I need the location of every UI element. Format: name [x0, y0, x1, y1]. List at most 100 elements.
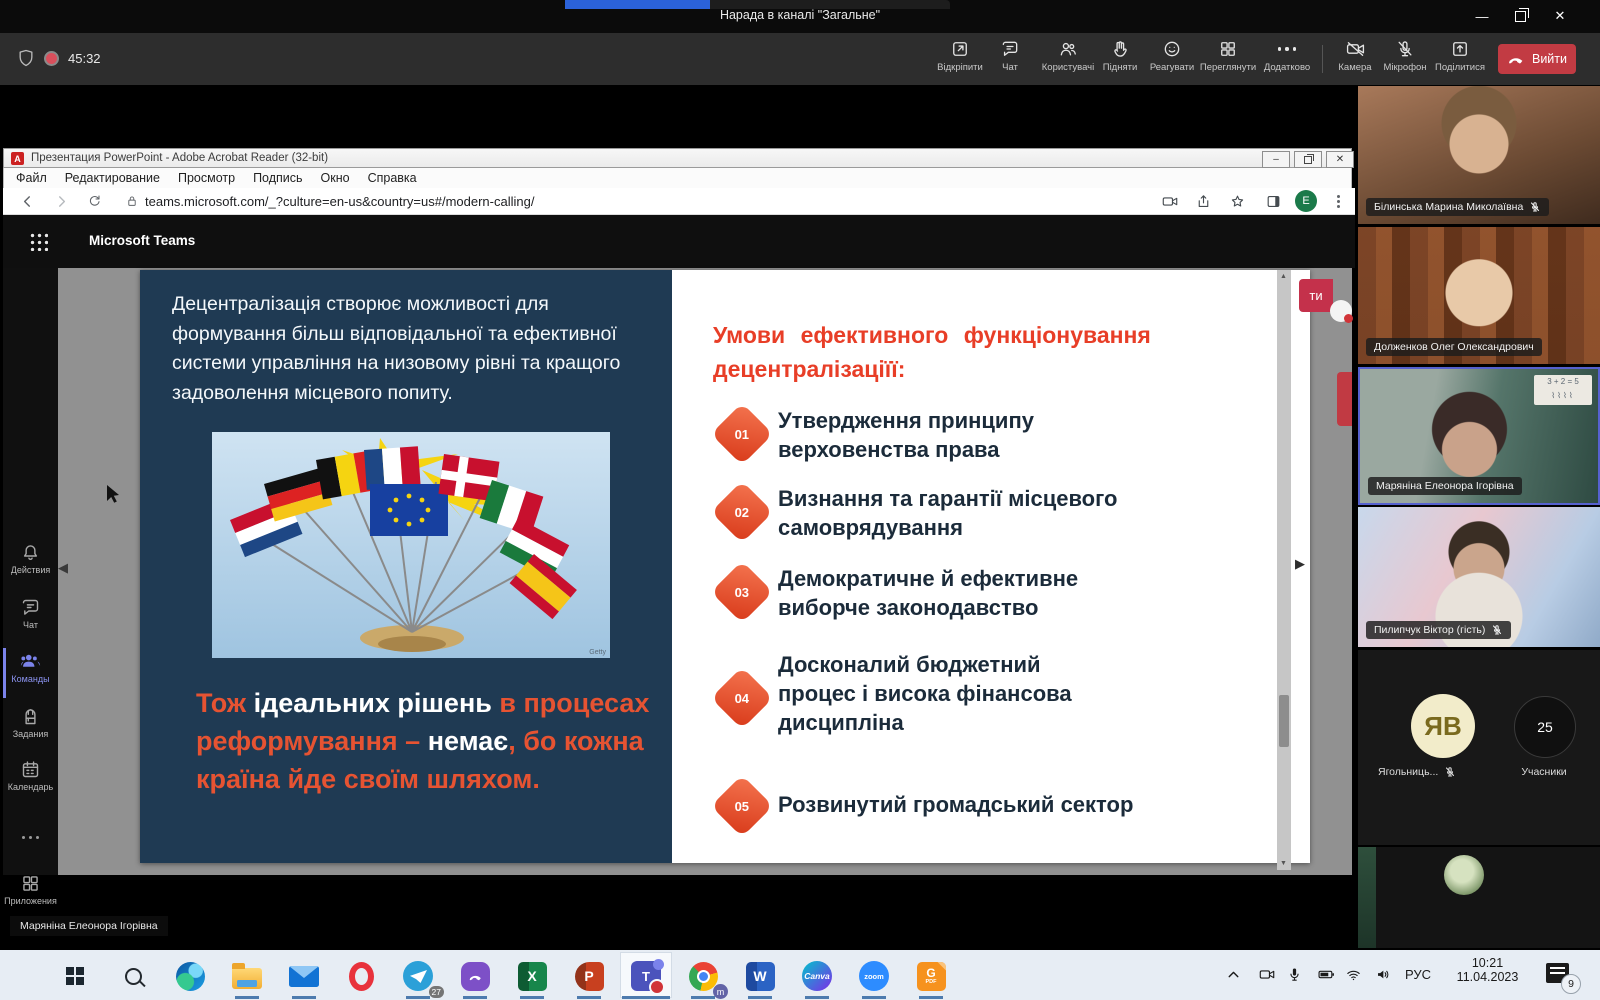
running-indicator: [292, 996, 316, 999]
collapse-right-icon[interactable]: ▶: [1295, 556, 1305, 572]
taskbar-excel[interactable]: X: [513, 957, 551, 995]
menu-sign[interactable]: Подпись: [253, 171, 302, 185]
taskbar-gpdf[interactable]: GPDF: [912, 957, 950, 995]
menu-edit[interactable]: Редактирование: [65, 171, 160, 185]
tray-mic-icon[interactable]: [1286, 966, 1303, 983]
scrollbar-thumb[interactable]: [1279, 695, 1289, 747]
teams-icon: T: [631, 961, 661, 991]
acrobat-minimize-button[interactable]: –: [1262, 151, 1290, 168]
browser-toolbar: teams.microsoft.com/_?culture=en-us&coun…: [3, 188, 1355, 215]
forward-icon[interactable]: [53, 193, 70, 210]
taskbar-opera[interactable]: [342, 957, 380, 995]
menu-help[interactable]: Справка: [368, 171, 417, 185]
taskbar-chrome[interactable]: m: [684, 957, 722, 995]
canva-icon: Canva: [802, 961, 832, 991]
browser-profile-avatar[interactable]: E: [1295, 190, 1317, 212]
browser-share-icon[interactable]: [1195, 193, 1212, 210]
rail-item-assignments[interactable]: Задания: [3, 706, 58, 739]
acrobat-titlebar[interactable]: A Презентация PowerPoint - Adobe Acrobat…: [3, 148, 1352, 168]
acrobat-window-title: Презентация PowerPoint - Adobe Acrobat R…: [31, 152, 328, 164]
participants-label: Користувачі: [1042, 62, 1094, 73]
slide-item-diamond: 05: [711, 775, 773, 837]
document-scrollbar[interactable]: ▲ ▼: [1277, 270, 1291, 870]
slide-item-text: Досконалий бюджетний процес і висока фін…: [778, 650, 1088, 737]
tray-chevron-up-icon[interactable]: [1225, 966, 1242, 983]
taskbar-explorer[interactable]: [228, 957, 266, 995]
video-tile-active-speaker[interactable]: 3 + 2 = 5⌇⌇⌇⌇ Маряніна Елеонора Ігорівна: [1358, 367, 1600, 505]
rail-item-teams[interactable]: Команды: [3, 651, 58, 684]
waffle-menu-icon[interactable]: [29, 232, 48, 251]
chrome-icon: [689, 962, 718, 991]
tab-camera-icon[interactable]: [1161, 193, 1179, 210]
taskbar-canva[interactable]: Canva: [798, 957, 836, 995]
rail-item-calendar[interactable]: Календарь: [3, 759, 58, 792]
participant-name-badge: Долженков Олег Олександрович: [1366, 338, 1542, 356]
running-indicator: [691, 996, 715, 999]
acrobat-close-button[interactable]: ✕: [1326, 151, 1354, 168]
taskbar-viber[interactable]: [456, 957, 494, 995]
overflow-tile[interactable]: ЯВ Ягольниць... 25 Учасники: [1358, 650, 1600, 845]
window-minimize-button[interactable]: —: [1466, 4, 1498, 28]
video-tile[interactable]: Долженков Олег Олександрович: [1358, 227, 1600, 364]
react-button[interactable]: Реагувати: [1140, 39, 1204, 73]
menu-file[interactable]: Файл: [16, 171, 47, 185]
rail-item-activity[interactable]: Действия: [3, 542, 58, 575]
reload-icon[interactable]: [87, 193, 103, 209]
participant-name-badge: Білинська Марина Миколаївна: [1366, 198, 1549, 216]
running-indicator: [463, 996, 487, 999]
video-tile-partial[interactable]: [1358, 847, 1600, 948]
address-bar[interactable]: teams.microsoft.com/_?culture=en-us&coun…: [145, 194, 534, 209]
scroll-up-icon[interactable]: ▲: [1280, 273, 1287, 280]
menu-view[interactable]: Просмотр: [178, 171, 235, 185]
share-button[interactable]: Поділитися: [1428, 39, 1492, 73]
image-watermark: Getty: [589, 649, 606, 656]
tray-battery-icon[interactable]: [1316, 966, 1337, 983]
tray-wifi-icon[interactable]: [1345, 966, 1362, 983]
video-tile[interactable]: Білинська Марина Миколаївна: [1358, 86, 1600, 224]
taskbar-powerpoint[interactable]: P: [570, 957, 608, 995]
lock-icon: [125, 194, 139, 208]
participant-name-badge: Пилипчук Віктор (гість): [1366, 621, 1511, 639]
taskbar-edge[interactable]: [171, 957, 209, 995]
taskbar-telegram[interactable]: 27: [399, 957, 437, 995]
pdf-app-icon: GPDF: [917, 962, 946, 991]
calendar-icon: [20, 759, 41, 780]
collapse-left-icon[interactable]: ◀: [58, 560, 68, 576]
leave-button[interactable]: Вийти: [1498, 44, 1576, 74]
slide-item-text: Демократичне й ефективне виборче законод…: [778, 564, 1108, 622]
browser-menu-icon[interactable]: [1337, 193, 1340, 210]
scroll-down-icon[interactable]: ▼: [1280, 860, 1287, 867]
tray-clock[interactable]: 10:21 11.04.2023: [1440, 956, 1535, 984]
rail-more-icon[interactable]: [3, 826, 58, 844]
taskbar-search-button[interactable]: [114, 957, 152, 995]
tray-language[interactable]: РУС: [1405, 967, 1431, 982]
taskbar-zoom[interactable]: zoom: [855, 957, 893, 995]
rail-item-apps[interactable]: Приложения: [3, 873, 58, 906]
bookmark-star-icon[interactable]: [1229, 193, 1246, 210]
start-button[interactable]: [56, 957, 94, 995]
taskbar-mail[interactable]: [285, 957, 323, 995]
window-close-button[interactable]: ✕: [1544, 4, 1576, 28]
video-fragment: [1358, 847, 1376, 948]
side-panel-icon[interactable]: [1265, 193, 1282, 210]
rail-item-chat[interactable]: Чат: [3, 597, 58, 630]
folder-icon: [232, 968, 262, 989]
menu-window[interactable]: Окно: [321, 171, 350, 185]
tray-time: 10:21: [1440, 956, 1535, 970]
video-tile[interactable]: Пилипчук Віктор (гість): [1358, 507, 1600, 647]
recording-indicator-icon: [44, 51, 59, 66]
tray-date: 11.04.2023: [1440, 970, 1535, 984]
taskbar-word[interactable]: W: [741, 957, 779, 995]
view-button[interactable]: Переглянути: [1196, 39, 1260, 73]
tray-volume-icon[interactable]: [1374, 966, 1392, 983]
tray-camera-icon[interactable]: [1258, 966, 1276, 983]
taskbar-teams[interactable]: T: [627, 957, 665, 995]
rail-label: Чат: [23, 620, 38, 630]
search-icon: [125, 968, 142, 985]
acrobat-restore-button[interactable]: [1294, 151, 1322, 168]
join-button-fragment[interactable]: ти: [1299, 279, 1333, 312]
more-button[interactable]: Додатково: [1255, 39, 1319, 73]
window-restore-button[interactable]: [1504, 4, 1536, 28]
chat-button[interactable]: Чат: [978, 39, 1042, 73]
back-icon[interactable]: [19, 193, 36, 210]
